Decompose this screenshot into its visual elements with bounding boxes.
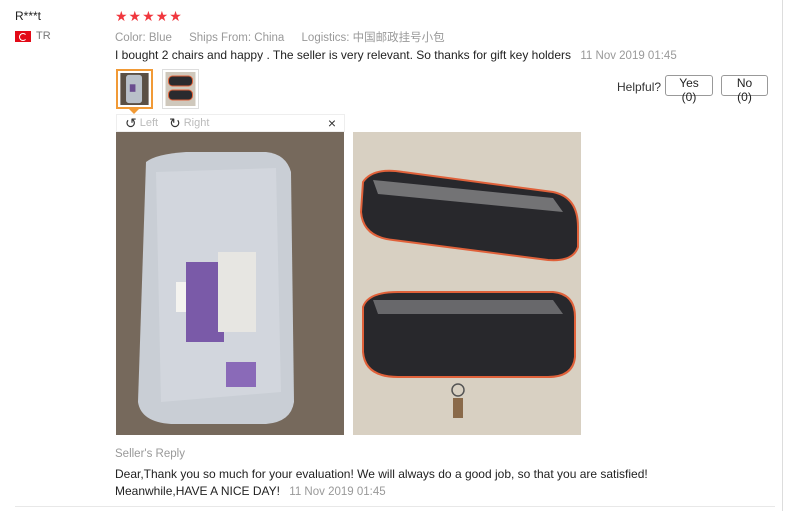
rotate-right-label: Right [183, 117, 210, 129]
turkey-flag-icon [15, 30, 31, 42]
seller-reply-label: Seller's Reply [115, 448, 185, 460]
rotate-left-button[interactable]: ↺ Left [125, 116, 158, 130]
helpful-no-button[interactable]: No (0) [721, 75, 768, 104]
chairs-thumbnail-image [165, 72, 196, 106]
photo-viewer-toolbar: ↺ Left ↻ Right × [116, 114, 345, 132]
review-divider [15, 506, 775, 507]
photo-thumbnail-2[interactable] [162, 69, 199, 109]
seller-reply-date: 11 Nov 2019 01:45 [289, 486, 386, 498]
star-rating: ★★★★★ [115, 8, 183, 24]
rotate-right-button[interactable]: ↻ Right [169, 116, 209, 130]
package-photo[interactable] [116, 132, 344, 435]
package-thumbnail-image [120, 73, 149, 105]
color-attribute: Color: Blue [115, 32, 172, 44]
close-viewer-icon[interactable]: × [328, 115, 336, 131]
country-code: TR [36, 30, 51, 42]
helpful-label: Helpful? [617, 80, 662, 94]
helpful-yes-button[interactable]: Yes (0) [665, 75, 713, 104]
logistics-attribute: Logistics: 中国邮政挂号小包 [301, 32, 445, 44]
seller-reply-line-2: Meanwhile,HAVE A NICE DAY! [115, 484, 280, 498]
ships-from-attribute: Ships From: China [189, 32, 285, 44]
seller-reply-line-1: Dear,Thank you so much for your evaluati… [115, 467, 648, 481]
rotate-left-icon: ↺ [125, 115, 137, 131]
rotate-right-icon: ↻ [169, 115, 181, 131]
review-date: 11 Nov 2019 01:45 [580, 50, 677, 62]
review-text: I bought 2 chairs and happy . The seller… [115, 48, 677, 62]
reviewer-name: R***t [15, 9, 42, 23]
reviewer-country: TR [15, 30, 51, 42]
review-body: I bought 2 chairs and happy . The seller… [115, 48, 572, 62]
chairs-photo[interactable] [353, 132, 581, 435]
rotate-left-label: Left [139, 117, 159, 129]
photo-thumbnail-1[interactable] [116, 69, 153, 109]
panel-border [782, 0, 783, 511]
seller-reply-text: Dear,Thank you so much for your evaluati… [115, 466, 648, 501]
order-meta: Color: Blue Ships From: China Logistics:… [115, 29, 459, 45]
